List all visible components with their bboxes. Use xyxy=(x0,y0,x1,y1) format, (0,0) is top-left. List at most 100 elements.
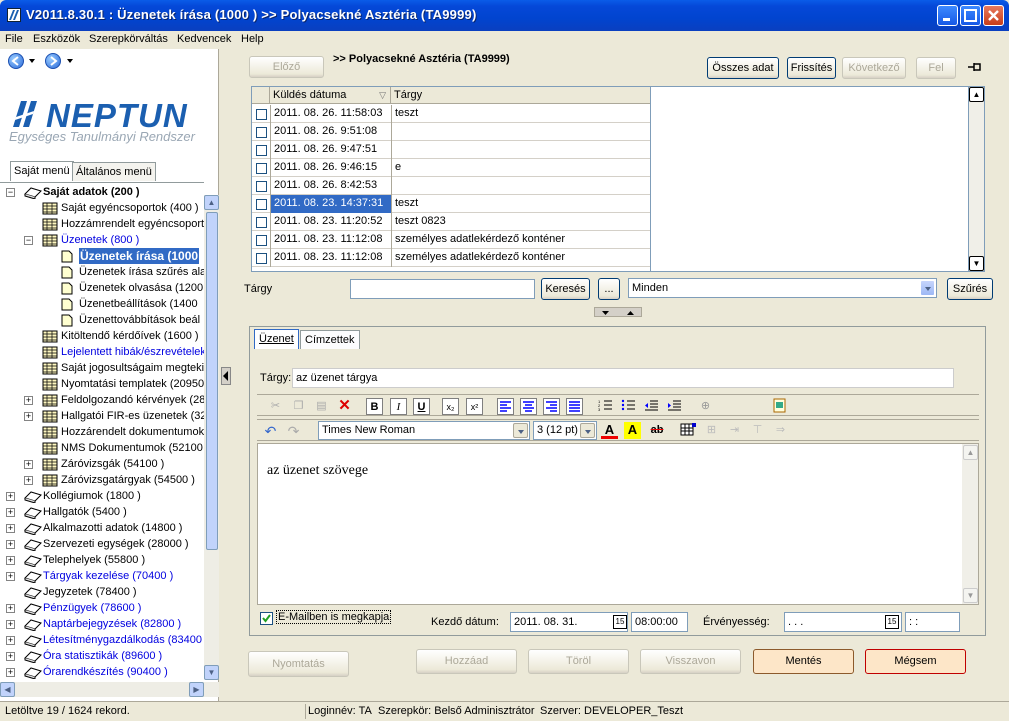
table-props-icon[interactable]: ⊞ xyxy=(703,422,720,439)
paste-icon[interactable]: ▤ xyxy=(313,398,330,415)
align-center-icon[interactable] xyxy=(520,398,537,415)
link-icon[interactable]: ⊕ xyxy=(697,398,714,415)
indent-icon[interactable] xyxy=(666,398,683,415)
table-row[interactable]: 2011. 08. 23. 14:37:31 teszt xyxy=(252,195,650,213)
merge-cells-icon[interactable]: ⇒ xyxy=(772,422,789,439)
editor-vertical-scrollbar[interactable] xyxy=(962,444,978,604)
redo-icon[interactable]: ↷ xyxy=(285,423,302,440)
next-button[interactable]: Következő xyxy=(842,57,906,79)
table-row[interactable]: 2011. 08. 26. 11:58:03 teszt xyxy=(252,105,650,123)
tab-general-menu[interactable]: Általános menü xyxy=(72,162,156,181)
start-date-calendar-icon[interactable]: 15 xyxy=(613,615,627,629)
cancel-button[interactable]: Mégsem xyxy=(865,649,966,674)
row-checkbox[interactable] xyxy=(256,145,267,156)
text-color-icon[interactable]: A xyxy=(601,422,618,439)
tree-item[interactable]: + Naptárbejegyzések (82800 ) xyxy=(0,616,204,632)
grid-scroll-up-icon[interactable]: ▲ xyxy=(969,87,984,102)
insert-table-icon[interactable] xyxy=(680,422,697,439)
title-bar[interactable]: V2011.8.30.1 : Üzenetek írása (1000 ) >>… xyxy=(0,0,1009,31)
tree-item[interactable]: − Saját adatok (200 ) xyxy=(0,184,204,200)
collapse-icon[interactable]: − xyxy=(24,236,33,245)
validity-calendar-icon[interactable]: 15 xyxy=(885,615,899,629)
tree-item[interactable]: + Záróvizsgatárgyak (54500 ) xyxy=(0,472,204,488)
expand-icon[interactable]: + xyxy=(24,412,33,421)
table-row[interactable]: 2011. 08. 26. 8:42:53 xyxy=(252,177,650,195)
tab-message[interactable]: Üzenet xyxy=(254,329,299,349)
tree-item[interactable]: Saját egyéncsoportok (400 ) xyxy=(0,200,204,216)
refresh-button[interactable]: Frissítés xyxy=(787,57,836,79)
tree-item[interactable]: + Óra statisztikák (89600 ) xyxy=(0,648,204,664)
save-button[interactable]: Mentés xyxy=(753,649,854,674)
revoke-button[interactable]: Visszavon xyxy=(640,649,741,674)
outdent-icon[interactable] xyxy=(643,398,660,415)
expand-icon[interactable]: + xyxy=(6,572,15,581)
menu-favorites[interactable]: Kedvencek xyxy=(177,33,231,45)
insert-image-icon[interactable] xyxy=(771,398,788,415)
expand-icon[interactable]: + xyxy=(6,604,15,613)
back-arrow-icon[interactable] xyxy=(8,53,24,69)
bold-icon[interactable]: B xyxy=(366,398,383,415)
tree-item[interactable]: + Telephelyek (55800 ) xyxy=(0,552,204,568)
expand-icon[interactable]: + xyxy=(6,636,15,645)
collapse-icon[interactable]: − xyxy=(6,188,15,197)
pin-icon[interactable] xyxy=(966,59,984,75)
cut-icon[interactable]: ✂ xyxy=(267,398,284,415)
tree-item[interactable]: Hozzárendelt dokumentumok xyxy=(0,424,204,440)
tab-own-menu[interactable]: Saját menü xyxy=(10,161,74,181)
expand-icon[interactable]: + xyxy=(6,492,15,501)
grid-vertical-scrollbar[interactable] xyxy=(968,86,985,272)
tree-item[interactable]: Jegyzetek (78400 ) xyxy=(0,584,204,600)
tree-item[interactable]: Kitöltendő kérdőívek (1600 ) xyxy=(0,328,204,344)
tree-item[interactable]: NMS Dokumentumok (52100 xyxy=(0,440,204,456)
strikethrough-icon[interactable]: ab xyxy=(647,422,667,439)
row-checkbox[interactable] xyxy=(256,163,267,174)
email-checkbox[interactable] xyxy=(260,612,273,625)
tree-scroll-up-icon[interactable]: ▲ xyxy=(204,195,219,210)
expand-icon[interactable]: + xyxy=(6,540,15,549)
menu-help[interactable]: Help xyxy=(241,33,264,45)
tree-item[interactable]: Üzenetek írása (1000 xyxy=(0,248,204,264)
copy-icon[interactable]: ❐ xyxy=(290,398,307,415)
tree-item[interactable]: + Hallgatói FIR-es üzenetek (32 xyxy=(0,408,204,424)
row-checkbox[interactable] xyxy=(256,127,267,138)
grid-header-subject[interactable]: Tárgy xyxy=(391,87,650,104)
expand-icon[interactable]: + xyxy=(24,476,33,485)
font-size-select[interactable]: 3 (12 pt) xyxy=(533,421,597,440)
editor-scroll-down-icon[interactable]: ▼ xyxy=(963,588,978,603)
undo-icon[interactable]: ↶ xyxy=(262,423,279,440)
forward-dropdown-icon[interactable] xyxy=(67,59,73,63)
subscript-icon[interactable]: x₂ xyxy=(442,398,459,415)
panel-resize-handle[interactable] xyxy=(594,307,642,317)
tree-item[interactable]: + Alkalmazotti adatok (14800 ) xyxy=(0,520,204,536)
expand-icon[interactable]: + xyxy=(6,524,15,533)
tree-item[interactable]: Lejelentett hibák/észrevételek xyxy=(0,344,204,360)
search-button[interactable]: Keresés xyxy=(541,278,590,300)
underline-icon[interactable]: U xyxy=(413,398,430,415)
tree-item[interactable]: + Kollégiumok (1800 ) xyxy=(0,488,204,504)
expand-icon[interactable]: + xyxy=(6,508,15,517)
expand-icon[interactable]: + xyxy=(6,556,15,565)
bullet-list-icon[interactable] xyxy=(620,398,637,415)
row-checkbox[interactable] xyxy=(256,253,267,264)
editor-scroll-up-icon[interactable]: ▲ xyxy=(963,445,978,460)
superscript-icon[interactable]: x² xyxy=(466,398,483,415)
row-checkbox[interactable] xyxy=(256,199,267,210)
tree-item[interactable]: Saját jogosultságaim megtekir xyxy=(0,360,204,376)
filter-dropdown-icon[interactable] xyxy=(920,280,935,296)
numbered-list-icon[interactable]: 123 xyxy=(597,398,614,415)
forward-arrow-icon[interactable] xyxy=(45,53,61,69)
tree-item[interactable]: + Záróvizsgák (54100 ) xyxy=(0,456,204,472)
collapse-left-icon[interactable] xyxy=(221,367,231,385)
justify-icon[interactable] xyxy=(566,398,583,415)
browse-button[interactable]: ... xyxy=(598,278,620,300)
subject-input[interactable]: az üzenet tárgya xyxy=(292,368,954,388)
table-row[interactable]: 2011. 08. 26. 9:51:08 xyxy=(252,123,650,141)
tree-item[interactable]: + Szervezeti egységek (28000 ) xyxy=(0,536,204,552)
row-checkbox[interactable] xyxy=(256,235,267,246)
close-button[interactable] xyxy=(983,5,1004,26)
validity-time-input[interactable]: : : xyxy=(905,612,960,632)
tree-horizontal-scrollbar[interactable] xyxy=(0,682,219,697)
delete-format-icon[interactable]: ✕ xyxy=(336,398,353,415)
all-data-button[interactable]: Összes adat xyxy=(707,57,779,79)
print-button[interactable]: Nyomtatás xyxy=(248,651,349,677)
